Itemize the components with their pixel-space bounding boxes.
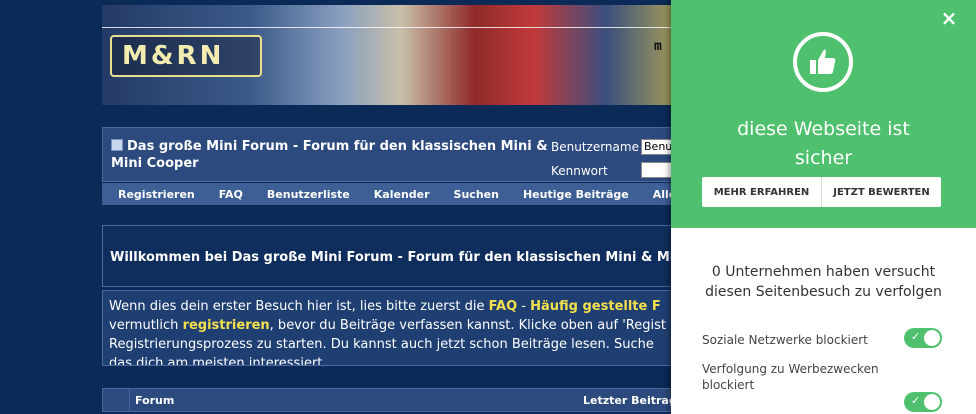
security-headline: diese Webseite ist sicher [671, 115, 976, 173]
thumbs-up-badge [793, 32, 853, 92]
ad-tracking-block-label: Verfolgung zu Werbezwecken blockiert [702, 362, 879, 392]
faq-long-link[interactable]: Häufig gestellte F [530, 299, 661, 314]
check-icon: ✓ [911, 394, 921, 407]
ad-tracking-block-toggle[interactable]: ✓ [904, 392, 942, 412]
welcome-line-2: vermutlich registrieren, bevor du Beiträ… [109, 316, 695, 335]
banner-site-text: m [654, 39, 662, 54]
headline-line-2: sicher [794, 147, 853, 169]
table-header-divider [129, 389, 130, 411]
password-label: Kennwort [551, 164, 608, 178]
tracking-line-1: 0 Unternehmen haben versucht [711, 264, 936, 280]
welcome-line-3: Registrierungsprozess zu starten. Du kan… [109, 337, 654, 352]
toggle-knob [924, 394, 940, 410]
security-panel: × diese Webseite ist sicher MEHR ERFAHRE… [671, 0, 976, 414]
learn-more-button[interactable]: MEHR ERFAHREN [702, 177, 821, 207]
site-logo[interactable]: M&RN [110, 35, 262, 77]
forum-header: Das große Mini Forum - Forum für den kla… [102, 127, 703, 182]
tracking-line-2: diesen Seitenbesuch zu verfolgen [705, 284, 942, 300]
headline-line-1: diese Webseite ist [737, 118, 910, 140]
forum-table-header: Forum Letzter Beitrag [102, 388, 702, 412]
nav-todays-posts[interactable]: Heutige Beiträge [523, 188, 629, 201]
welcome-header: Willkommen bei Das große Mini Forum - Fo… [102, 225, 702, 287]
welcome-line-1: Wenn dies dein erster Besuch hier ist, l… [109, 297, 695, 316]
welcome-text-d: , bevor du Beiträge verfassen kannst. Kl… [269, 318, 666, 333]
welcome-message: Wenn dies dein erster Besuch hier ist, l… [102, 290, 702, 366]
banner-stripe [102, 27, 702, 28]
nav-faq[interactable]: FAQ [219, 188, 243, 201]
username-label: Benutzername [551, 140, 639, 154]
nav-calendar[interactable]: Kalender [374, 188, 430, 201]
welcome-title: Willkommen bei Das große Mini Forum - Fo… [110, 250, 688, 265]
forum-banner: M&RN m [102, 5, 702, 105]
forum-title-text[interactable]: Das große Mini Forum - Forum für den kla… [111, 139, 548, 171]
check-icon: ✓ [911, 330, 921, 343]
forum-navbar: Registrieren FAQ Benutzerliste Kalender … [102, 183, 702, 205]
nav-memberlist[interactable]: Benutzerliste [267, 188, 350, 201]
nav-search[interactable]: Suchen [454, 188, 499, 201]
forum-page: M&RN m Das große Mini Forum - Forum für … [102, 5, 703, 414]
forum-home-icon [111, 139, 123, 151]
welcome-line-4: das dich am meisten interessiert. [109, 356, 327, 366]
faq-link[interactable]: FAQ [489, 299, 518, 314]
register-link[interactable]: registrieren [183, 318, 270, 333]
col-last-post: Letzter Beitrag [583, 394, 677, 407]
welcome-text-a: Wenn dies dein erster Besuch hier ist, l… [109, 299, 489, 314]
thumbs-up-icon [810, 49, 836, 74]
nav-register[interactable]: Registrieren [118, 188, 195, 201]
forum-title[interactable]: Das große Mini Forum - Forum für den kla… [111, 138, 551, 172]
col-forum: Forum [135, 394, 175, 407]
close-icon[interactable]: × [937, 6, 961, 30]
welcome-text-c: vermutlich [109, 318, 183, 333]
social-block-label: Soziale Netzwerke blockiert [702, 333, 868, 347]
tracking-summary: 0 Unternehmen haben versucht diesen Seit… [671, 262, 976, 302]
rate-now-button[interactable]: JETZT BEWERTEN [821, 177, 941, 207]
social-block-toggle[interactable]: ✓ [904, 328, 942, 348]
security-panel-header: × diese Webseite ist sicher MEHR ERFAHRE… [671, 0, 976, 228]
toggle-knob [924, 330, 940, 346]
panel-buttons: MEHR ERFAHREN JETZT BEWERTEN [702, 177, 941, 207]
welcome-text-b: - [517, 299, 531, 314]
